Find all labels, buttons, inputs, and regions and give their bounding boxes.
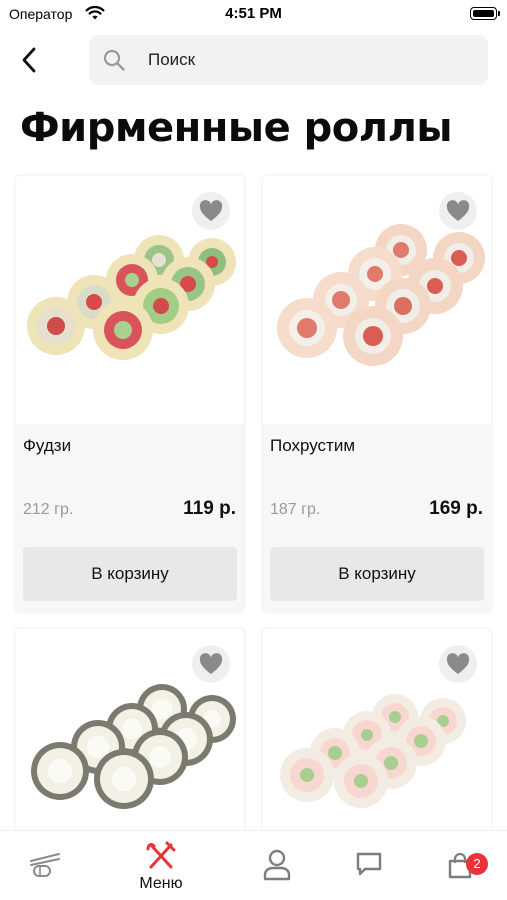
tab-profile[interactable] xyxy=(242,831,312,900)
favorite-button[interactable] xyxy=(439,192,477,230)
favorite-button[interactable] xyxy=(439,645,477,683)
heart-icon xyxy=(199,653,223,674)
add-to-cart-button[interactable]: В корзину xyxy=(23,547,237,601)
chevron-left-icon xyxy=(22,47,36,73)
heart-icon xyxy=(199,200,223,221)
bottom-tab-bar: Меню 2 xyxy=(0,830,507,900)
tab-menu-label: Меню xyxy=(139,875,183,892)
tab-cart[interactable]: 2 xyxy=(425,831,495,900)
chat-icon xyxy=(356,852,382,876)
cart-count-badge: 2 xyxy=(466,853,488,875)
product-name: Похрустим xyxy=(270,436,356,455)
battery-icon xyxy=(470,7,500,20)
favorite-button[interactable] xyxy=(192,192,230,230)
product-price: 169 р. xyxy=(429,498,483,519)
tab-rolls[interactable] xyxy=(10,831,80,900)
status-bar: Оператор 4:51 PM xyxy=(0,0,507,28)
status-time: 4:51 PM xyxy=(225,5,282,22)
search-input[interactable] xyxy=(148,42,468,78)
product-price: 119 р. xyxy=(183,498,236,519)
tab-chat[interactable] xyxy=(334,831,404,900)
product-name: Фудзи xyxy=(23,436,72,455)
tab-menu[interactable]: Меню xyxy=(126,831,196,900)
product-weight: 212 гр. xyxy=(23,501,74,518)
user-icon xyxy=(263,849,291,881)
fork-knife-icon xyxy=(146,841,176,869)
product-card[interactable]: Фудзи 212 гр. 119 р. В корзину xyxy=(14,174,246,614)
favorite-button[interactable] xyxy=(192,645,230,683)
product-card[interactable] xyxy=(261,627,493,837)
search-icon xyxy=(103,49,125,71)
heart-icon xyxy=(446,653,470,674)
sushi-chopsticks-icon xyxy=(30,853,60,877)
page-title: Фирменные роллы xyxy=(20,105,453,151)
product-card[interactable]: Похрустим 187 гр. 169 р. В корзину xyxy=(261,174,493,614)
product-weight: 187 гр. xyxy=(270,501,321,518)
heart-icon xyxy=(446,200,470,221)
product-card[interactable] xyxy=(14,627,246,837)
add-to-cart-button[interactable]: В корзину xyxy=(270,547,484,601)
back-button[interactable] xyxy=(14,43,44,77)
